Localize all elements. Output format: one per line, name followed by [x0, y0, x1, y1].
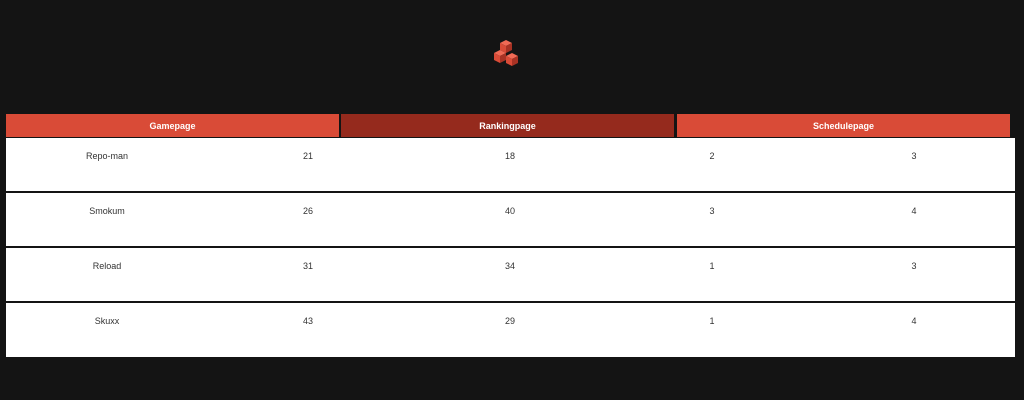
stat-cell: 1: [709, 261, 715, 271]
tab-rankingpage[interactable]: Rankingpage: [341, 114, 674, 137]
stat-cell: 29: [504, 316, 515, 326]
stat-cell: 3: [911, 151, 917, 161]
tab-gamepage[interactable]: Gamepage: [6, 114, 339, 137]
tab-schedulepage[interactable]: Schedulepage: [677, 114, 1010, 137]
stat-cell: 31: [302, 261, 313, 271]
stat-cell: 18: [504, 151, 515, 161]
ranking-table: Repo-man 21 18 2 3 Smokum 26 40 3 4 Relo…: [6, 138, 1015, 357]
stat-cell: 3: [709, 206, 715, 216]
stat-cell: 2: [709, 151, 715, 161]
table-row: Repo-man 21 18 2 3: [6, 138, 1015, 191]
stat-cell: 34: [504, 261, 515, 271]
table-row: Skuxx 43 29 1 4: [6, 303, 1015, 356]
stat-cell: 3: [911, 261, 917, 271]
player-name: Reload: [92, 261, 122, 271]
table-row: Smokum 26 40 3 4: [6, 193, 1015, 246]
stat-cell: 40: [504, 206, 515, 216]
stat-cell: 4: [911, 316, 917, 326]
stat-cell: 43: [302, 316, 313, 326]
stat-cell: 26: [302, 206, 313, 216]
stat-cell: 21: [302, 151, 313, 161]
cubes-logo-icon: [494, 40, 518, 66]
player-name: Smokum: [89, 206, 125, 216]
player-name: Repo-man: [85, 151, 129, 161]
stat-cell: 1: [709, 316, 715, 326]
stat-cell: 4: [911, 206, 917, 216]
table-row: Reload 31 34 1 3: [6, 248, 1015, 301]
nav-tabs: Gamepage Rankingpage Schedulepage: [6, 114, 1010, 138]
player-name: Skuxx: [94, 316, 120, 326]
